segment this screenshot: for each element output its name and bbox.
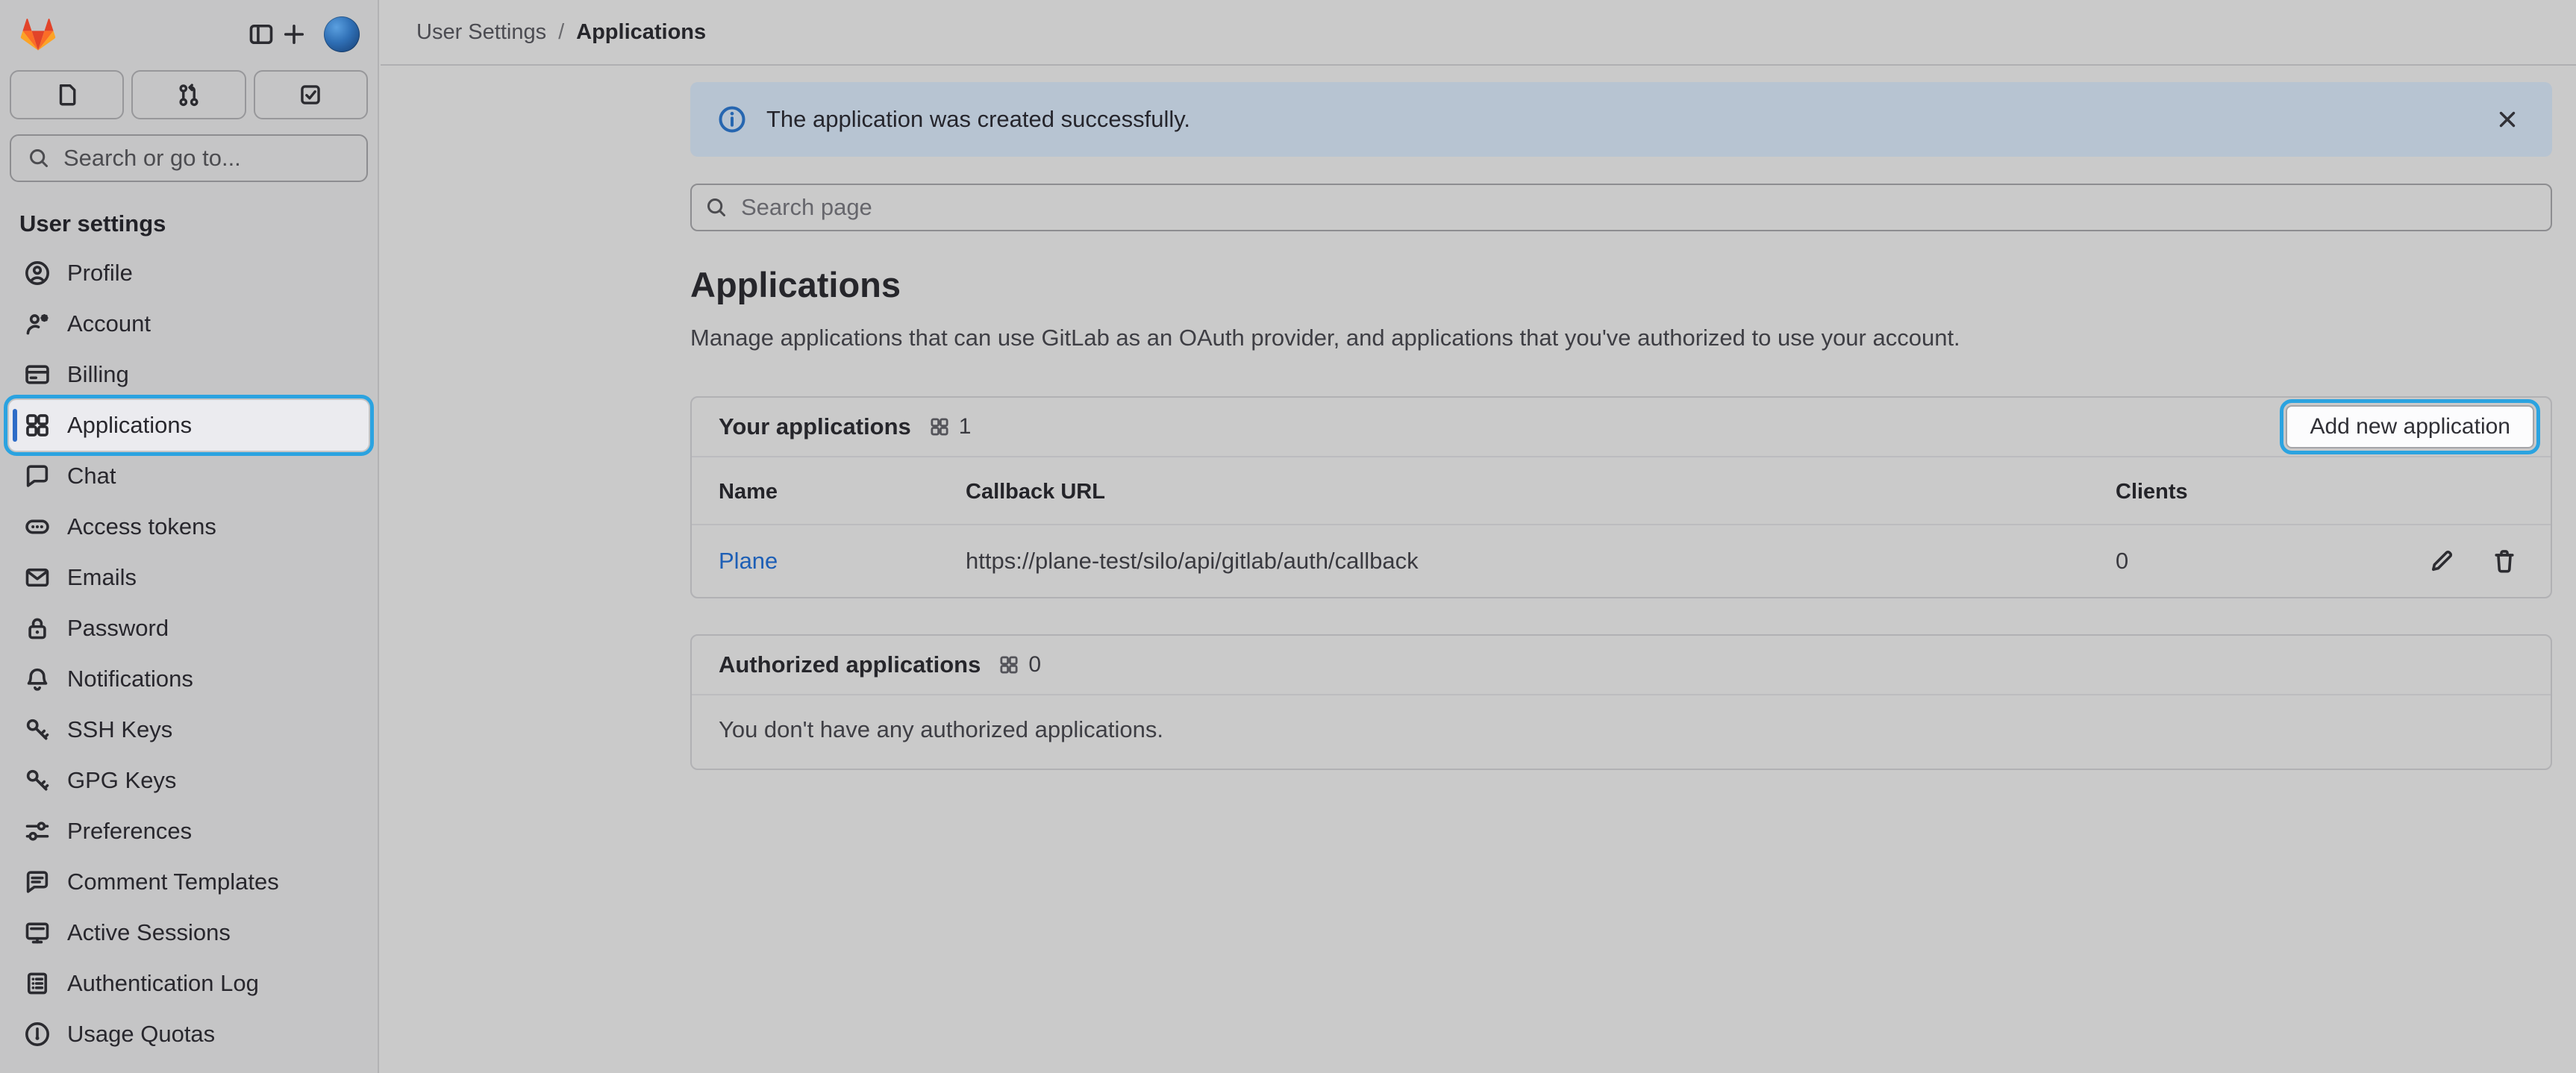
your-applications-title: Your applications xyxy=(719,413,911,440)
sidebar-nav: Profile Account Billing Applications Cha… xyxy=(0,248,378,1060)
trash-icon xyxy=(2491,548,2518,575)
todo-check-icon xyxy=(298,82,323,107)
banner-message: The application was created successfully… xyxy=(766,106,1190,133)
sidebar-item-emails[interactable]: Emails xyxy=(9,552,369,603)
application-clients-count: 0 xyxy=(2116,548,2339,575)
active-sessions-icon xyxy=(24,919,51,946)
sidebar-item-applications[interactable]: Applications xyxy=(9,400,369,451)
usage-quotas-icon xyxy=(24,1021,51,1048)
topbar: User Settings / Applications xyxy=(381,0,2576,66)
sidebar-item-password[interactable]: Password xyxy=(9,603,369,654)
authorized-applications-card: Authorized applications 0 You don't have… xyxy=(690,634,2552,770)
plus-icon xyxy=(281,21,307,48)
sidebar: Search or go to... User settings Profile… xyxy=(0,0,379,1073)
global-search-placeholder: Search or go to... xyxy=(63,145,241,172)
gpg-keys-icon xyxy=(24,767,51,794)
chat-icon xyxy=(24,463,51,489)
billing-icon xyxy=(24,361,51,388)
sidebar-item-comment-templates[interactable]: Comment Templates xyxy=(9,857,369,907)
application-row: Plane https://plane-test/silo/api/gitlab… xyxy=(692,524,2551,597)
merge-requests-shortcut-button[interactable] xyxy=(131,70,246,119)
search-icon xyxy=(28,147,50,169)
profile-icon xyxy=(24,260,51,287)
authorized-applications-title: Authorized applications xyxy=(719,651,981,678)
password-icon xyxy=(24,615,51,642)
gitlab-logo xyxy=(19,17,57,52)
success-banner: The application was created successfully… xyxy=(690,82,2552,157)
page-search xyxy=(690,184,2552,231)
delete-application-button[interactable] xyxy=(2488,545,2521,578)
main-area: User Settings / Applications The applica… xyxy=(381,0,2576,1073)
content-container: The application was created successfully… xyxy=(690,66,2552,770)
access-tokens-icon xyxy=(24,513,51,540)
account-icon xyxy=(24,310,51,337)
global-search-input[interactable]: Search or go to... xyxy=(10,134,368,182)
column-name: Name xyxy=(719,480,966,504)
sidebar-item-notifications[interactable]: Notifications xyxy=(9,654,369,704)
sidebar-item-active-sessions[interactable]: Active Sessions xyxy=(9,907,369,958)
pencil-icon xyxy=(2428,548,2455,575)
sidebar-item-gpg-keys[interactable]: GPG Keys xyxy=(9,755,369,806)
sidebar-item-billing[interactable]: Billing xyxy=(9,349,369,400)
add-new-application-button[interactable]: Add new application xyxy=(2286,405,2534,448)
authorized-applications-header: Authorized applications 0 xyxy=(692,636,2551,695)
preferences-icon xyxy=(24,818,51,845)
sidebar-item-usage-quotas[interactable]: Usage Quotas xyxy=(9,1009,369,1060)
sidebar-shortcuts xyxy=(10,70,368,119)
page-search-input[interactable] xyxy=(690,184,2552,231)
authentication-log-icon xyxy=(24,970,51,997)
comment-templates-icon xyxy=(24,869,51,895)
breadcrumb-user-settings[interactable]: User Settings xyxy=(416,20,546,45)
sidebar-item-account[interactable]: Account xyxy=(9,298,369,349)
page-description: Manage applications that can use GitLab … xyxy=(690,325,2552,351)
application-callback-url: https://plane-test/silo/api/gitlab/auth/… xyxy=(966,548,2116,575)
row-actions xyxy=(2339,545,2521,578)
sidebar-item-profile[interactable]: Profile xyxy=(9,248,369,298)
sidebar-item-chat[interactable]: Chat xyxy=(9,451,369,501)
your-applications-header: Your applications 1 Add new application xyxy=(692,398,2551,457)
issues-shortcut-button[interactable] xyxy=(10,70,124,119)
your-applications-card: Your applications 1 Add new application … xyxy=(690,396,2552,598)
applications-count-icon xyxy=(998,654,1019,675)
column-clients: Clients xyxy=(2116,480,2339,504)
ssh-keys-icon xyxy=(24,716,51,743)
edit-application-button[interactable] xyxy=(2425,545,2458,578)
breadcrumb-current: Applications xyxy=(576,20,706,45)
todo-shortcut-button[interactable] xyxy=(254,70,368,119)
authorized-applications-count: 0 xyxy=(1028,652,1041,678)
sidebar-item-authentication-log[interactable]: Authentication Log xyxy=(9,958,369,1009)
issues-icon xyxy=(54,82,80,107)
applications-count-icon xyxy=(929,416,950,437)
emails-icon xyxy=(24,564,51,591)
info-icon xyxy=(717,104,747,134)
user-avatar[interactable] xyxy=(324,16,360,52)
applications-table-header: Name Callback URL Clients xyxy=(692,457,2551,524)
sidebar-item-ssh-keys[interactable]: SSH Keys xyxy=(9,704,369,755)
sidebar-item-access-tokens[interactable]: Access tokens xyxy=(9,501,369,552)
merge-request-icon xyxy=(176,82,201,107)
applications-icon xyxy=(24,412,51,439)
breadcrumb-separator: / xyxy=(558,20,564,45)
search-icon xyxy=(705,196,728,219)
sidebar-heading: User settings xyxy=(19,210,378,237)
sidebar-item-preferences[interactable]: Preferences xyxy=(9,806,369,857)
your-applications-count: 1 xyxy=(959,414,972,439)
panel-toggle-icon xyxy=(248,21,275,48)
create-new-button[interactable] xyxy=(278,18,310,51)
application-name-link[interactable]: Plane xyxy=(719,548,778,574)
close-icon xyxy=(2495,107,2520,132)
authorized-applications-empty: You don't have any authorized applicatio… xyxy=(692,695,2551,769)
notifications-icon xyxy=(24,666,51,692)
sidebar-header xyxy=(0,0,378,52)
sidebar-toggle-button[interactable] xyxy=(245,18,278,51)
banner-close-button[interactable] xyxy=(2489,101,2525,137)
active-indicator xyxy=(13,409,17,442)
column-callback-url: Callback URL xyxy=(966,480,2116,504)
page-title: Applications xyxy=(690,264,2552,305)
